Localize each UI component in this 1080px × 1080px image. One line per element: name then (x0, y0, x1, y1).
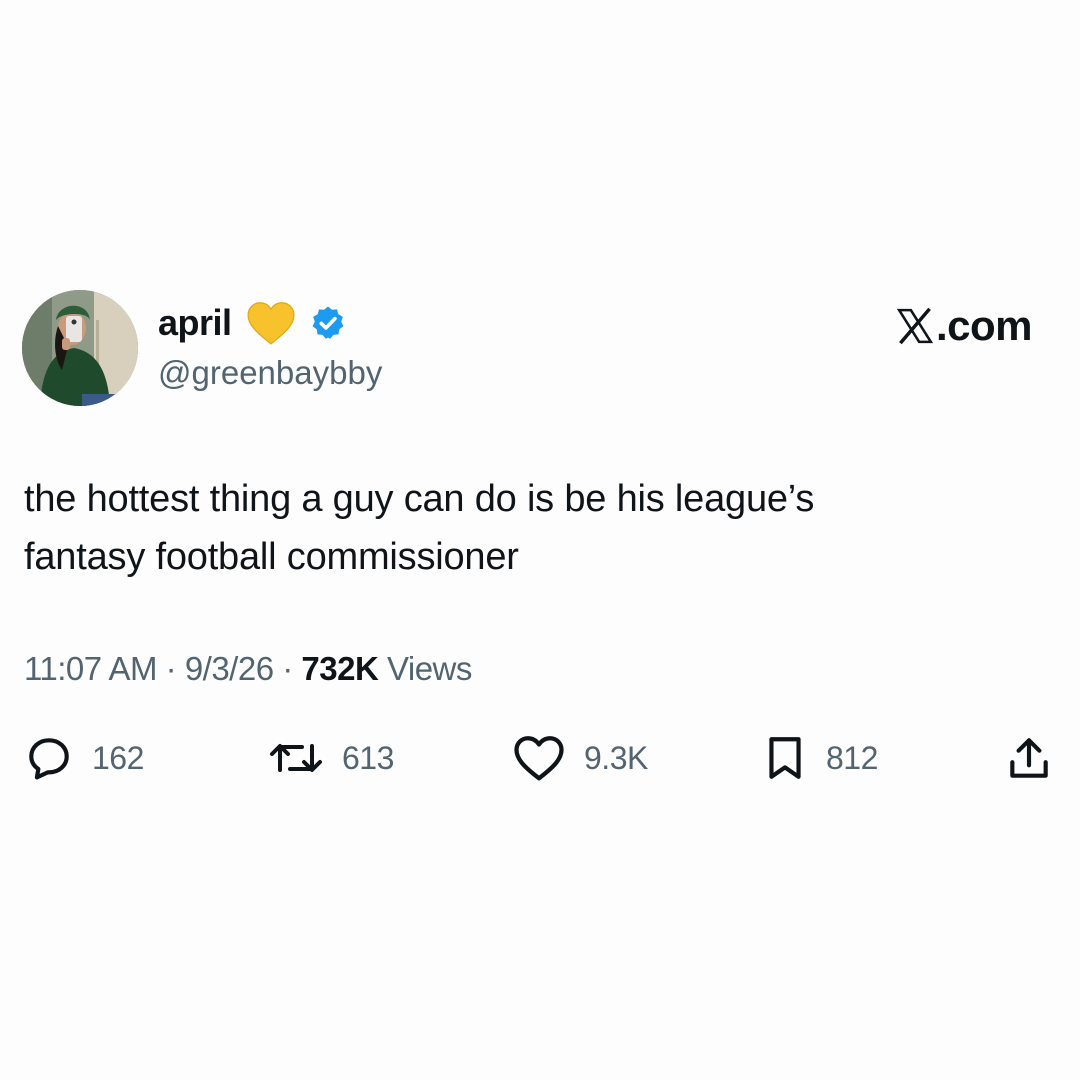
x-logo-icon (896, 307, 934, 345)
tweet-time[interactable]: 11:07 AM (24, 650, 157, 687)
avatar-image (22, 290, 138, 406)
display-name-row: april (158, 298, 346, 348)
repost-button[interactable]: 613 (268, 732, 394, 784)
tweet-date[interactable]: 9/3/26 (185, 650, 274, 687)
bookmark-count: 812 (826, 739, 878, 776)
tweet-meta: 11:07 AM · 9/3/26 · 732K Views (24, 652, 472, 685)
views-count: 732K (301, 650, 379, 687)
tweet-text-line-2: fantasy football commissioner (24, 536, 519, 578)
verified-badge-icon[interactable] (310, 305, 346, 341)
meta-separator: · (156, 650, 185, 687)
meta-separator: · (273, 650, 302, 687)
reply-button[interactable]: 162 (24, 732, 144, 784)
like-count: 9.3K (584, 739, 648, 776)
tweet-text: the hottest thing a guy can do is be his… (24, 470, 1044, 586)
share-button[interactable] (1004, 732, 1054, 784)
brand-text: .com (935, 302, 1033, 349)
avatar[interactable] (22, 290, 138, 406)
brand-watermark: .com (896, 302, 1033, 349)
repost-count: 613 (342, 739, 394, 776)
views-label: Views (378, 650, 472, 687)
repost-icon (270, 744, 322, 772)
reply-count: 162 (92, 739, 144, 776)
heart-icon (514, 736, 564, 781)
reply-icon (29, 738, 69, 780)
display-name[interactable]: april (158, 305, 232, 341)
bookmark-icon (769, 737, 801, 779)
bookmark-button[interactable]: 812 (762, 732, 878, 784)
user-handle[interactable]: @greenbaybby (158, 356, 382, 389)
like-button[interactable]: 9.3K (512, 732, 648, 784)
yellow-heart-icon (246, 302, 295, 345)
share-icon (1010, 738, 1048, 778)
action-bar: 162 613 9.3K 812 (0, 732, 1080, 784)
tweet-text-line-1: the hottest thing a guy can do is be his… (24, 478, 815, 520)
